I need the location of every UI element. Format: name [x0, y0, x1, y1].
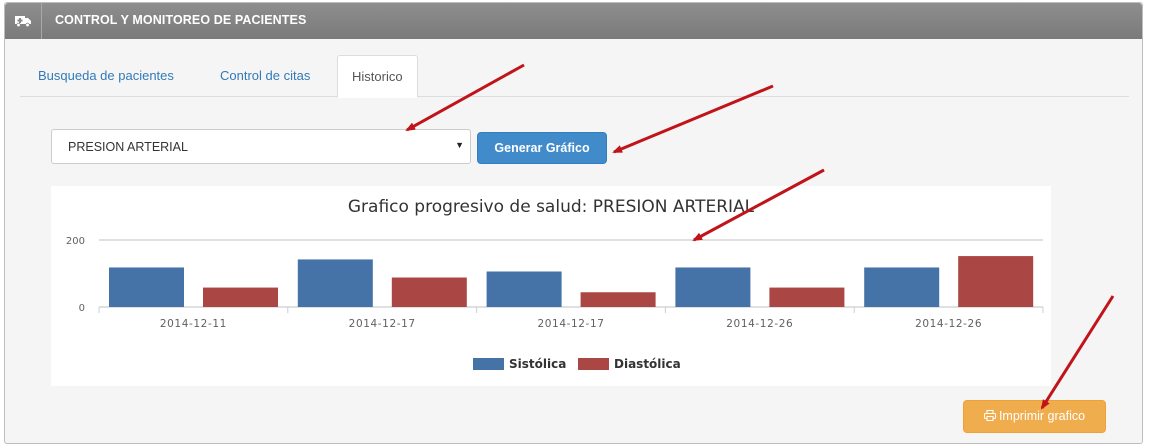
panel-title: CONTROL Y MONITOREO DE PACIENTES	[55, 13, 307, 27]
bar-sistolica	[109, 267, 184, 307]
tab-control-citas[interactable]: Control de citas	[206, 55, 324, 97]
print-icon	[983, 410, 996, 421]
caret-down-icon: ▼	[455, 140, 464, 150]
panel-header: CONTROL Y MONITOREO DE PACIENTES	[5, 3, 1142, 39]
bar-sistolica	[486, 271, 562, 307]
bar-sistolica	[675, 267, 751, 307]
x-tick-label: 2014-12-26	[915, 318, 982, 330]
bar-diastolica	[769, 287, 845, 307]
tab-historico[interactable]: Historico	[337, 55, 418, 98]
x-tick-label: 2014-12-11	[160, 318, 227, 330]
y-tick-label: 200	[66, 236, 85, 247]
x-tick-label: 2014-12-26	[726, 318, 793, 330]
chart-svg: Grafico progresivo de salud: PRESION ART…	[66, 197, 1044, 371]
bar-diastolica	[203, 287, 278, 307]
bar-diastolica	[958, 256, 1034, 307]
ambulance-icon	[15, 16, 31, 27]
generate-chart-button[interactable]: Generar Gráfico	[477, 132, 607, 164]
x-tick-label: 2014-12-17	[537, 318, 604, 330]
tab-bar: Busqueda de pacientes Control de citas H…	[20, 55, 1129, 98]
legend-swatch	[578, 358, 609, 370]
bar-sistolica	[297, 259, 373, 307]
tab-busqueda-pacientes[interactable]: Busqueda de pacientes	[24, 55, 188, 97]
chart-title: Grafico progresivo de salud: PRESION ART…	[348, 197, 755, 217]
legend-swatch	[473, 358, 504, 370]
print-chart-button[interactable]: Imprimir grafico	[963, 400, 1106, 433]
y-tick-label: 0	[79, 303, 85, 314]
print-button-label: Imprimir grafico	[998, 409, 1086, 423]
header-icon-box	[5, 3, 42, 39]
legend-label: Sistólica	[509, 357, 566, 371]
bar-diastolica	[391, 277, 467, 307]
patients-panel: CONTROL Y MONITOREO DE PACIENTES Busqued…	[4, 2, 1143, 444]
legend-label: Diastólica	[614, 357, 681, 371]
health-metric-select[interactable]: PRESION ARTERIAL ▼	[51, 129, 471, 164]
bar-diastolica	[580, 292, 656, 307]
bar-sistolica	[864, 267, 940, 307]
x-tick-label: 2014-12-17	[349, 318, 416, 330]
health-chart: Grafico progresivo de salud: PRESION ART…	[51, 186, 1051, 386]
select-value: PRESION ARTERIAL	[68, 140, 188, 154]
